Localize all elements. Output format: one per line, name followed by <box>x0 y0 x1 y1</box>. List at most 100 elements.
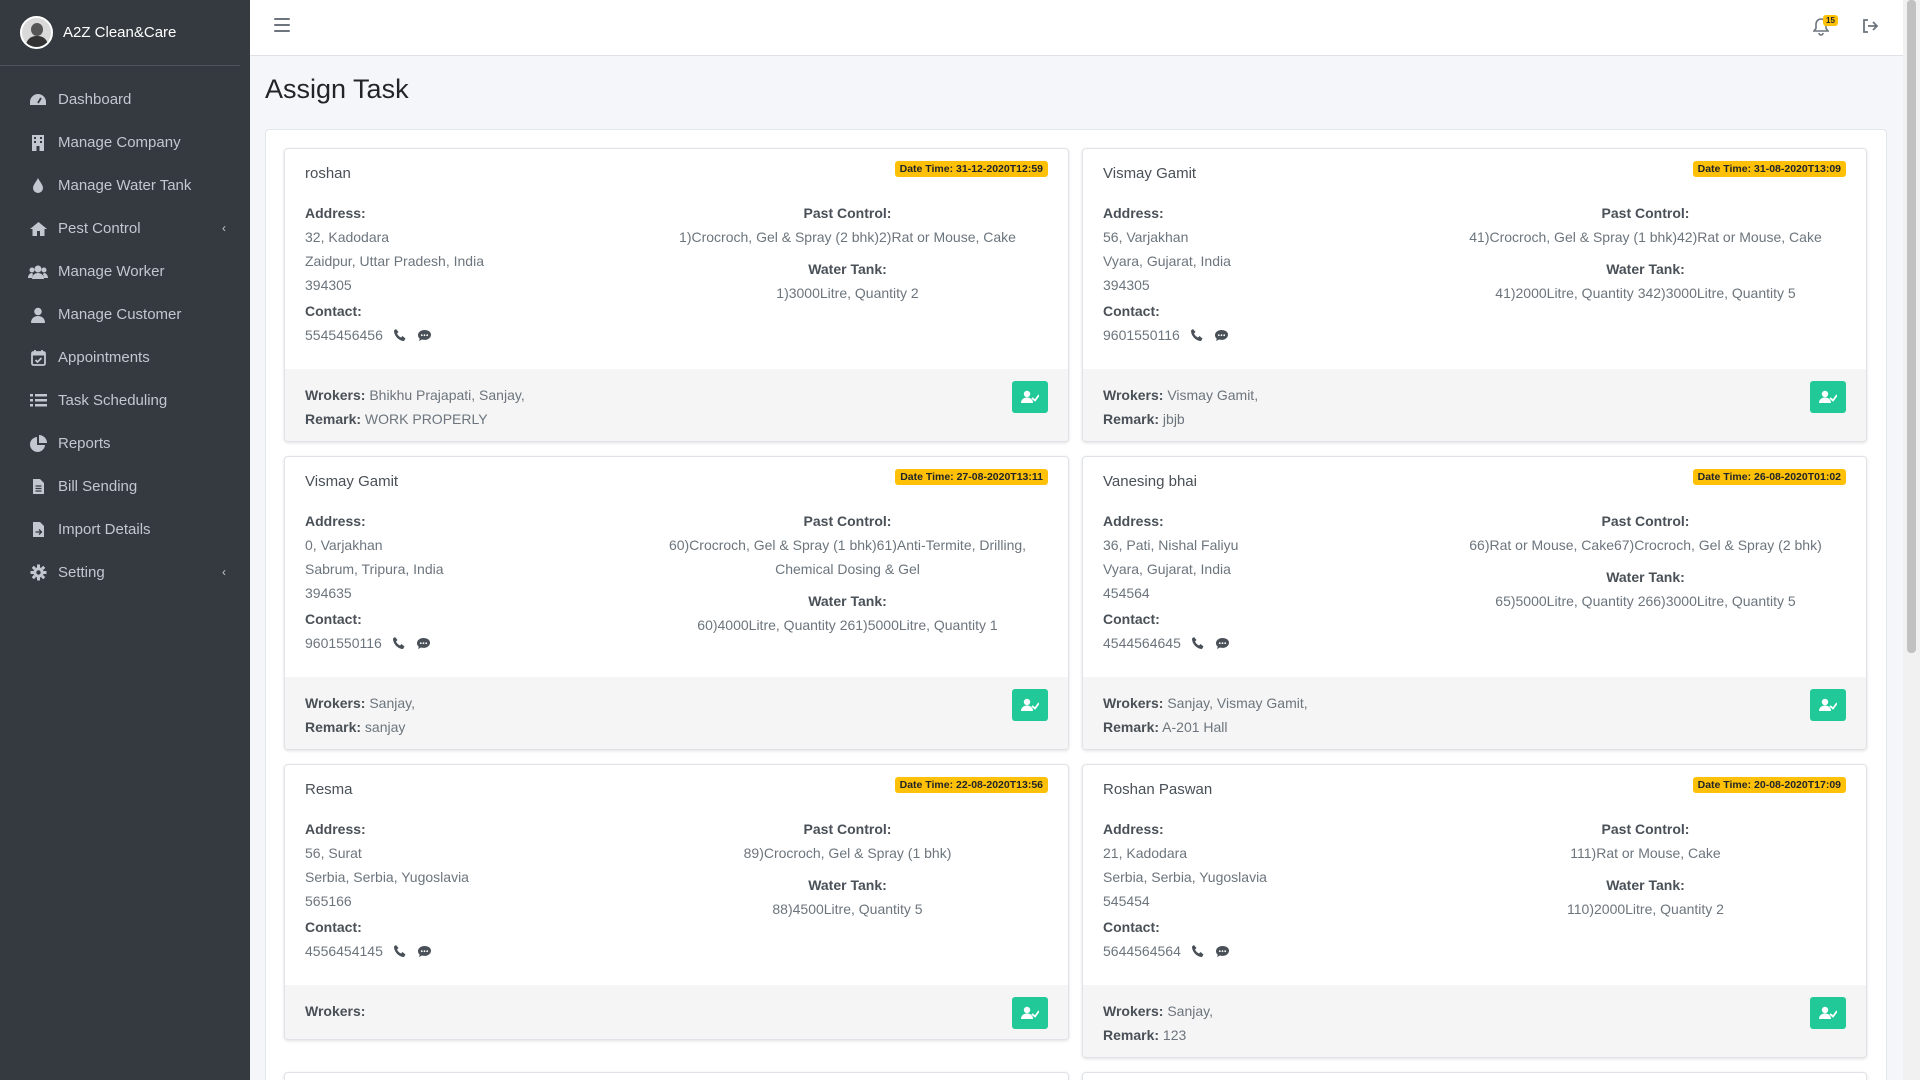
address-section: Address: 21, Kadodara Serbia, Serbia, Yugo… <box>1103 817 1433 963</box>
past-control-label: Past Control: <box>803 513 892 529</box>
user-check-icon <box>1819 1006 1837 1019</box>
sidebar-item-bill-sending[interactable]: Bill Sending <box>0 465 250 508</box>
water-tank-label: Water Tank: <box>1606 877 1685 893</box>
sms-icon[interactable] <box>1214 329 1229 342</box>
users-icon <box>28 263 48 281</box>
sidebar-item-pest-control[interactable]: Pest Control ‹ <box>0 207 250 250</box>
phone-icon[interactable] <box>1191 944 1205 958</box>
scrollbar-thumb[interactable] <box>1907 0 1916 653</box>
sidebar-item-label: Task Scheduling <box>58 392 168 409</box>
workers-row: Wrokers: Vismay Gamit, <box>1103 383 1846 407</box>
water-tank-label: Water Tank: <box>808 877 887 893</box>
water-tank-value: 110)2000Litre, Quantity 2 <box>1567 901 1724 917</box>
brand[interactable]: A2Z Clean&Care <box>0 0 240 66</box>
workers-value: Sanjay, Vismay Gamit, <box>1167 695 1308 711</box>
task-card-footer: Wrokers: Sanjay, Remark: sanjay <box>285 677 1068 749</box>
water-tank-block: Water Tank: 110)2000Litre, Quantity 2 <box>1443 873 1848 921</box>
contact-number: 9601550116 <box>1103 327 1180 343</box>
sidebar-item-label: Pest Control <box>58 220 141 237</box>
contact-number: 9601550116 <box>305 635 382 651</box>
calendar-check-icon <box>28 349 48 367</box>
pincode: 394305 <box>305 277 352 293</box>
sidebar-item-appointments[interactable]: Appointments <box>0 336 250 379</box>
water-tank-label: Water Tank: <box>1606 261 1685 277</box>
contact-number: 5545456456 <box>305 327 383 343</box>
datetime-badge: Date Time: 22-08-2020T13:56 <box>894 777 1048 793</box>
service-section: Past Control: 60)Crocroch, Gel & Spray (1… <box>645 509 1050 645</box>
menu-toggle-icon[interactable] <box>274 18 290 32</box>
assign-worker-button[interactable] <box>1012 689 1048 721</box>
water-tank-block: Water Tank: 41)2000Litre, Quantity 342)30… <box>1443 257 1848 305</box>
workers-label: Wrokers: <box>305 695 366 711</box>
logout-icon[interactable] <box>1861 18 1879 36</box>
datetime-badge: Date Time: 31-12-2020T12:59 <box>894 161 1048 177</box>
phone-icon[interactable] <box>1191 636 1205 650</box>
water-tank-block: Water Tank: 1)3000Litre, Quantity 2 <box>645 257 1050 305</box>
pincode: 545454 <box>1103 893 1150 909</box>
sidebar-item-manage-company[interactable]: Manage Company <box>0 121 250 164</box>
past-control-block: Past Control: 60)Crocroch, Gel & Spray (1… <box>645 509 1050 581</box>
contact-number: 5644564564 <box>1103 943 1181 959</box>
address-line-2: Vyara, Gujarat, India <box>1103 253 1231 269</box>
assign-worker-button[interactable] <box>1012 997 1048 1029</box>
assign-worker-button[interactable] <box>1810 381 1846 413</box>
assign-worker-button[interactable] <box>1810 997 1846 1029</box>
sidebar-item-label: Manage Company <box>58 134 181 151</box>
address-label: Address: <box>1103 821 1164 837</box>
task-card-body: Vismay Gamit Date Time: 27-08-2020T13:11 A… <box>285 457 1068 677</box>
address-section: Address: 36, Pati, Nishal Faliyu Vyara, Gu… <box>1103 509 1433 655</box>
past-control-block: Past Control: 111)Rat or Mouse, Cake <box>1443 817 1848 865</box>
sidebar-item-task-scheduling[interactable]: Task Scheduling <box>0 379 250 422</box>
remark-label: Remark: <box>305 411 362 427</box>
past-control-label: Past Control: <box>803 821 892 837</box>
remark-label: Remark: <box>1103 719 1160 735</box>
page-title: Assign Task <box>265 74 409 104</box>
workers-value: Bhikhu Prajapati, Sanjay, <box>369 387 525 403</box>
notification-count-badge: 15 <box>1823 15 1838 26</box>
assign-worker-button[interactable] <box>1810 689 1846 721</box>
workers-value: Sanjay, <box>1167 1003 1213 1019</box>
workers-label: Wrokers: <box>1103 695 1164 711</box>
sms-icon[interactable] <box>1215 945 1230 958</box>
sms-icon[interactable] <box>416 637 431 650</box>
remark-value: sanjay <box>364 719 406 735</box>
address-line-2: Serbia, Serbia, Yugoslavia <box>305 869 469 885</box>
sidebar-nav: Dashboard Manage Company Manage Water Tank… <box>0 66 250 594</box>
workers-row: Wrokers: <box>305 999 1048 1023</box>
sidebar-item-dashboard[interactable]: Dashboard <box>0 78 250 121</box>
service-section: Past Control: 1)Crocroch, Gel & Spray (2 … <box>645 201 1050 313</box>
sidebar-item-import-details[interactable]: Import Details <box>0 508 250 551</box>
notification-bell-icon[interactable]: 15 <box>1812 15 1838 38</box>
list-icon <box>28 392 48 410</box>
address-line-1: 56, Varjakhan <box>1103 229 1189 245</box>
assign-worker-button[interactable] <box>1012 381 1048 413</box>
sidebar: A2Z Clean&Care Dashboard Manage Company Ma… <box>0 0 250 1080</box>
sidebar-item-manage-worker[interactable]: Manage Worker <box>0 250 250 293</box>
sms-icon[interactable] <box>417 329 432 342</box>
address-label: Address: <box>305 821 366 837</box>
sidebar-item-reports[interactable]: Reports <box>0 422 250 465</box>
water-tank-value: 88)4500Litre, Quantity 5 <box>772 901 923 917</box>
task-card: roshan Date Time: 31-12-2020T12:59 Address… <box>284 148 1069 442</box>
sms-icon[interactable] <box>417 945 432 958</box>
past-control-label: Past Control: <box>1601 513 1690 529</box>
phone-icon[interactable] <box>392 636 406 650</box>
contact-row: 5545456456 <box>305 323 635 347</box>
page-scrollbar[interactable] <box>1903 0 1920 1080</box>
past-control-value: 1)Crocroch, Gel & Spray (2 bhk)2)Rat or … <box>679 229 1016 245</box>
workers-label: Wrokers: <box>1103 1003 1164 1019</box>
avatar <box>20 16 53 49</box>
task-card-body: roshan Date Time: 31-12-2020T12:59 Address… <box>285 149 1068 369</box>
sidebar-item-setting[interactable]: Setting ‹ <box>0 551 250 594</box>
sidebar-item-manage-water-tank[interactable]: Manage Water Tank <box>0 164 250 207</box>
task-card: Vismay Gamit Date Time: 27-08-2020T13:11 A… <box>284 456 1069 750</box>
phone-icon[interactable] <box>393 944 407 958</box>
phone-icon[interactable] <box>393 328 407 342</box>
main-content: Assign Task roshan Date Time: 31-12-2020T… <box>250 56 1903 1080</box>
phone-icon[interactable] <box>1190 328 1204 342</box>
past-control-value: 89)Crocroch, Gel & Spray (1 bhk) <box>743 845 952 861</box>
remark-value: WORK PROPERLY <box>364 411 488 427</box>
sidebar-item-manage-customer[interactable]: Manage Customer <box>0 293 250 336</box>
task-card-footer: Wrokers: Bhikhu Prajapati, Sanjay, Remark… <box>285 369 1068 441</box>
sms-icon[interactable] <box>1215 637 1230 650</box>
